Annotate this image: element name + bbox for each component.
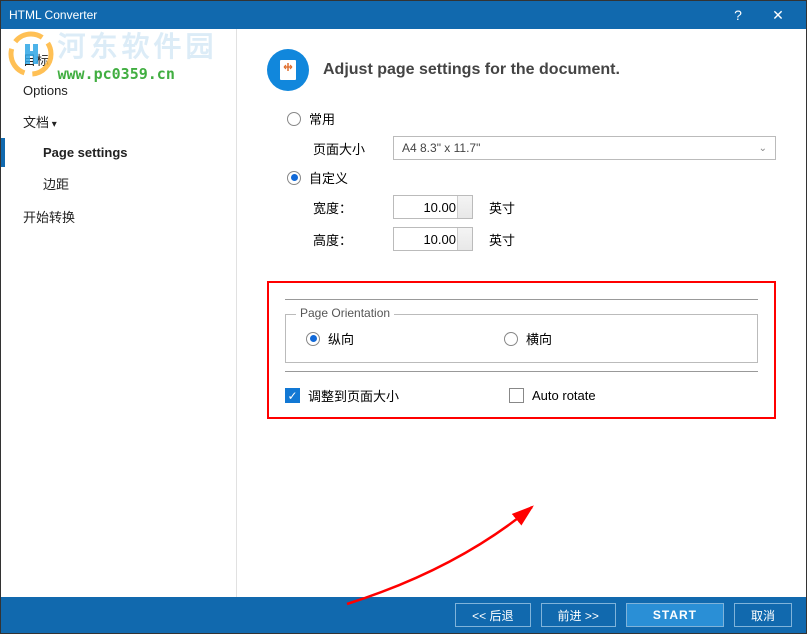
sidebar: 目标 Options 文档 Page settings 边距 开始转换 xyxy=(1,29,237,597)
divider xyxy=(285,371,758,372)
divider xyxy=(285,299,758,300)
auto-rotate-row[interactable]: Auto rotate xyxy=(509,386,596,405)
height-input[interactable]: 10.00 xyxy=(393,227,473,251)
highlight-box: Page Orientation 纵向 横向 ✓ 调整到页面大小 xyxy=(267,281,776,419)
fit-label: 调整到页面大小 xyxy=(308,386,399,405)
fit-checkbox[interactable]: ✓ xyxy=(285,388,300,403)
help-button[interactable]: ? xyxy=(718,7,758,23)
width-label: 宽度： xyxy=(313,198,393,217)
main-panel: Adjust page settings for the document. 常… xyxy=(237,29,806,597)
page-size-label: 页面大小 xyxy=(313,139,393,158)
auto-rotate-checkbox[interactable] xyxy=(509,388,524,403)
chevron-down-icon: ⌄ xyxy=(759,143,767,154)
page-title: Adjust page settings for the document. xyxy=(323,61,620,79)
footer-bar: << 后退 前进 >> START 取消 xyxy=(1,597,806,633)
auto-rotate-label: Auto rotate xyxy=(532,388,596,403)
page-size-value: A4 8.3" x 11.7" xyxy=(402,141,480,155)
annotation-arrow xyxy=(337,489,557,609)
radio-custom[interactable] xyxy=(287,171,301,185)
sidebar-item-margins[interactable]: 边距 xyxy=(1,167,236,200)
height-label: 高度： xyxy=(313,230,393,249)
radio-row-common[interactable]: 常用 xyxy=(287,109,776,128)
orientation-legend: Page Orientation xyxy=(296,306,394,320)
radio-landscape[interactable] xyxy=(504,332,518,346)
width-unit: 英寸 xyxy=(489,198,515,217)
radio-portrait-row[interactable]: 纵向 xyxy=(306,329,354,348)
sidebar-item-page-settings[interactable]: Page settings xyxy=(1,138,236,167)
radio-common[interactable] xyxy=(287,112,301,126)
sidebar-item-start[interactable]: 开始转换 xyxy=(1,200,236,233)
height-unit: 英寸 xyxy=(489,230,515,249)
sidebar-item-document[interactable]: 文档 xyxy=(1,105,236,138)
radio-row-custom[interactable]: 自定义 xyxy=(287,168,776,187)
cancel-button[interactable]: 取消 xyxy=(734,603,792,627)
window-title: HTML Converter xyxy=(9,8,718,22)
sidebar-item-options[interactable]: Options xyxy=(1,76,236,105)
portrait-label: 纵向 xyxy=(328,329,354,348)
title-bar: HTML Converter ? ✕ xyxy=(1,1,806,29)
page-settings-icon xyxy=(267,49,309,91)
width-input[interactable]: 10.00 xyxy=(393,195,473,219)
radio-common-label: 常用 xyxy=(309,109,335,128)
next-button[interactable]: 前进 >> xyxy=(541,603,616,627)
landscape-label: 横向 xyxy=(526,329,552,348)
start-button[interactable]: START xyxy=(626,603,724,627)
close-button[interactable]: ✕ xyxy=(758,7,798,24)
radio-landscape-row[interactable]: 横向 xyxy=(504,329,552,348)
radio-portrait[interactable] xyxy=(306,332,320,346)
orientation-fieldset: Page Orientation 纵向 横向 xyxy=(285,314,758,363)
back-button[interactable]: << 后退 xyxy=(455,603,530,627)
page-size-select[interactable]: A4 8.3" x 11.7" ⌄ xyxy=(393,136,776,160)
radio-custom-label: 自定义 xyxy=(309,168,348,187)
sidebar-item-target[interactable]: 目标 xyxy=(1,43,236,76)
fit-checkbox-row[interactable]: ✓ 调整到页面大小 xyxy=(285,386,399,405)
